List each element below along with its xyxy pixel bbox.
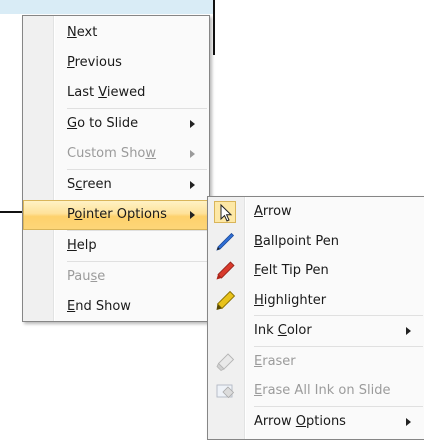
- menu-item-screen[interactable]: Screen: [23, 170, 209, 200]
- submenu-arrow-icon: [406, 417, 411, 426]
- slideshow-context-menu: Next Previous Last Viewed Go to Slide Cu…: [22, 15, 210, 322]
- ballpoint-pen-icon: [214, 231, 236, 253]
- menu-item-pointer-options[interactable]: Pointer Options: [23, 200, 209, 230]
- slide-background-strip: [0, 0, 214, 14]
- arrow-pointer-icon: [214, 201, 236, 223]
- menu-item-end-show[interactable]: End Show: [23, 292, 209, 322]
- erase-all-ink-icon: [214, 380, 236, 402]
- submenu-item-highlighter[interactable]: Highlighter: [208, 286, 424, 316]
- submenu-arrow-icon: [190, 181, 195, 189]
- menu-item-custom-show: Custom Show: [23, 139, 209, 169]
- submenu-item-arrow-options[interactable]: Arrow Options: [208, 407, 424, 437]
- submenu-item-erase-all-ink: Erase All Ink on Slide: [208, 376, 424, 406]
- slide-line-horizontal: [0, 211, 22, 213]
- submenu-item-eraser: Eraser: [208, 347, 424, 377]
- submenu-arrow-icon: [190, 120, 195, 128]
- submenu-arrow-icon: [190, 211, 195, 219]
- menu-item-go-to-slide[interactable]: Go to Slide: [23, 109, 209, 139]
- highlighter-icon: [214, 290, 236, 312]
- submenu-item-ink-color[interactable]: Ink Color: [208, 316, 424, 346]
- felt-tip-pen-icon: [214, 260, 236, 282]
- submenu-item-felt-tip-pen[interactable]: Felt Tip Pen: [208, 256, 424, 286]
- menu-item-help[interactable]: Help: [23, 231, 209, 261]
- submenu-item-arrow[interactable]: Arrow: [208, 197, 424, 227]
- submenu-arrow-icon: [190, 150, 195, 158]
- menu-item-next[interactable]: Next: [23, 18, 209, 48]
- pointer-options-submenu: Arrow Ballpoint Pen Felt Tip Pen Highlig…: [207, 196, 424, 440]
- submenu-arrow-icon: [406, 327, 411, 335]
- menu-item-previous[interactable]: Previous: [23, 48, 209, 78]
- eraser-icon: [214, 351, 236, 373]
- menu-item-pause: Pause: [67, 269, 106, 284]
- slide-line-vertical: [213, 0, 215, 55]
- submenu-item-ballpoint-pen[interactable]: Ballpoint Pen: [208, 227, 424, 257]
- menu-item-last-viewed[interactable]: Last Viewed: [23, 78, 209, 108]
